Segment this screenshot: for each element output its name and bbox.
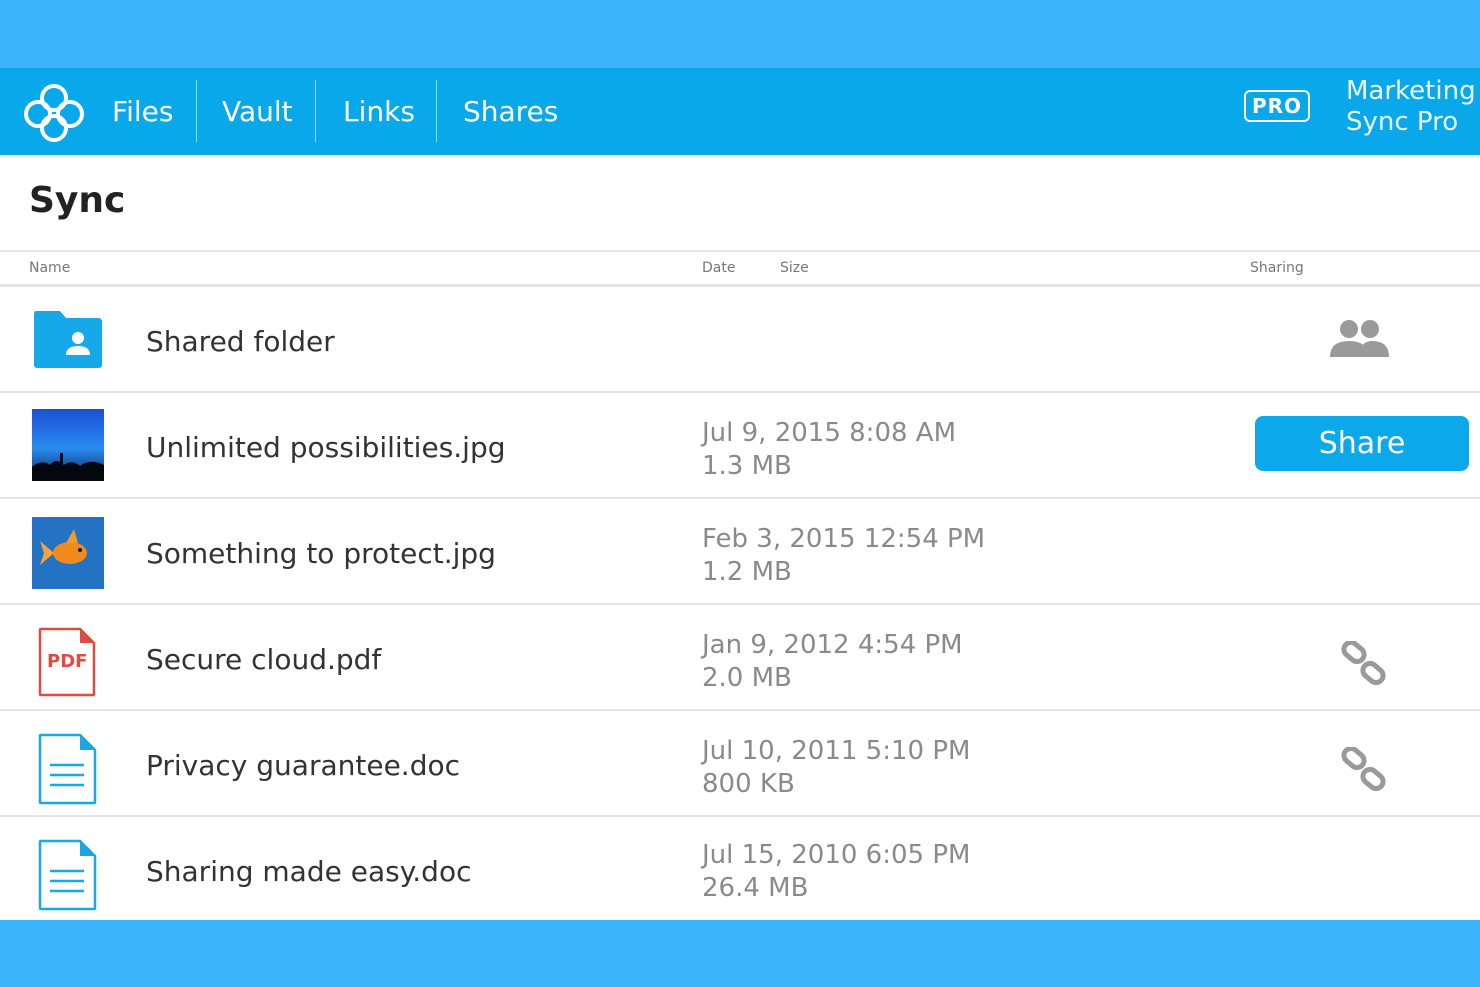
- file-size: 2.0 MB: [702, 663, 792, 693]
- file-meta: Jul 9, 2015 8:08 AM 1.3 MB: [702, 417, 956, 483]
- file-date: Feb 3, 2015 12:54 PM: [702, 524, 986, 554]
- file-name: Shared folder: [146, 325, 335, 358]
- file-date: Jul 10, 2011 5:10 PM: [702, 736, 971, 766]
- account-name: Marketing D: [1346, 76, 1480, 106]
- file-name: Secure cloud.pdf: [146, 643, 382, 676]
- nav-divider: [315, 80, 316, 142]
- divider: [0, 250, 1480, 252]
- file-meta: Jul 10, 2011 5:10 PM 800 KB: [702, 735, 970, 801]
- file-size: 1.3 MB: [702, 451, 792, 481]
- nav-shares[interactable]: Shares: [463, 68, 558, 155]
- file-size: 26.4 MB: [702, 873, 809, 903]
- link-icon[interactable]: [1340, 641, 1388, 685]
- file-date: Jul 9, 2015 8:08 AM: [702, 418, 957, 448]
- link-icon[interactable]: [1340, 747, 1388, 791]
- file-meta: Jul 15, 2010 6:05 PM 26.4 MB: [702, 839, 970, 905]
- shared-folder-icon: [34, 311, 102, 368]
- pdf-icon: PDF: [38, 627, 96, 697]
- people-icon[interactable]: [1328, 317, 1390, 359]
- document-icon: [38, 733, 97, 805]
- sync-logo-icon[interactable]: [22, 82, 86, 142]
- file-size: 800 KB: [702, 769, 795, 799]
- file-row[interactable]: Shared folder: [0, 287, 1480, 393]
- file-row[interactable]: PDF Secure cloud.pdf Jan 9, 2012 4:54 PM…: [0, 605, 1480, 711]
- file-name: Unlimited possibilities.jpg: [146, 431, 506, 464]
- pro-badge: PRO: [1244, 90, 1310, 122]
- nav-vault[interactable]: Vault: [222, 68, 293, 155]
- nav-files[interactable]: Files: [112, 68, 173, 155]
- image-thumbnail: [32, 409, 104, 481]
- column-header-name[interactable]: Name: [29, 260, 70, 276]
- file-date: Jul 15, 2010 6:05 PM: [702, 840, 971, 870]
- top-navigation-bar: Files Vault Links Shares PRO Marketing D…: [0, 68, 1480, 155]
- account-plan: Sync Pro: [1346, 107, 1459, 137]
- file-name: Something to protect.jpg: [146, 537, 496, 570]
- file-row[interactable]: Privacy guarantee.doc Jul 10, 2011 5:10 …: [0, 711, 1480, 817]
- column-header-date[interactable]: Date: [702, 260, 735, 276]
- column-header-size[interactable]: Size: [780, 260, 809, 276]
- nav-divider: [436, 80, 437, 142]
- share-button[interactable]: Share: [1255, 416, 1469, 471]
- nav-divider: [196, 80, 197, 142]
- document-icon: [38, 839, 97, 911]
- file-row[interactable]: Sharing made easy.doc Jul 15, 2010 6:05 …: [0, 817, 1480, 920]
- file-meta: Jan 9, 2012 4:54 PM 2.0 MB: [702, 629, 963, 695]
- page-title: Sync: [29, 180, 126, 221]
- file-name: Privacy guarantee.doc: [146, 749, 461, 782]
- file-date: Jan 9, 2012 4:54 PM: [702, 630, 963, 660]
- column-header-sharing[interactable]: Sharing: [1250, 260, 1304, 276]
- account-menu[interactable]: Marketing D Sync Pro: [1346, 76, 1480, 138]
- nav-links[interactable]: Links: [343, 68, 415, 155]
- file-meta: Feb 3, 2015 12:54 PM 1.2 MB: [702, 523, 985, 589]
- file-row[interactable]: Unlimited possibilities.jpg Jul 9, 2015 …: [0, 393, 1480, 499]
- app-window: Files Vault Links Shares PRO Marketing D…: [0, 68, 1480, 920]
- file-row[interactable]: Something to protect.jpg Feb 3, 2015 12:…: [0, 499, 1480, 605]
- file-name: Sharing made easy.doc: [146, 855, 472, 888]
- image-thumbnail: [32, 517, 104, 589]
- pdf-icon-label: PDF: [47, 651, 88, 672]
- file-size: 1.2 MB: [702, 557, 792, 587]
